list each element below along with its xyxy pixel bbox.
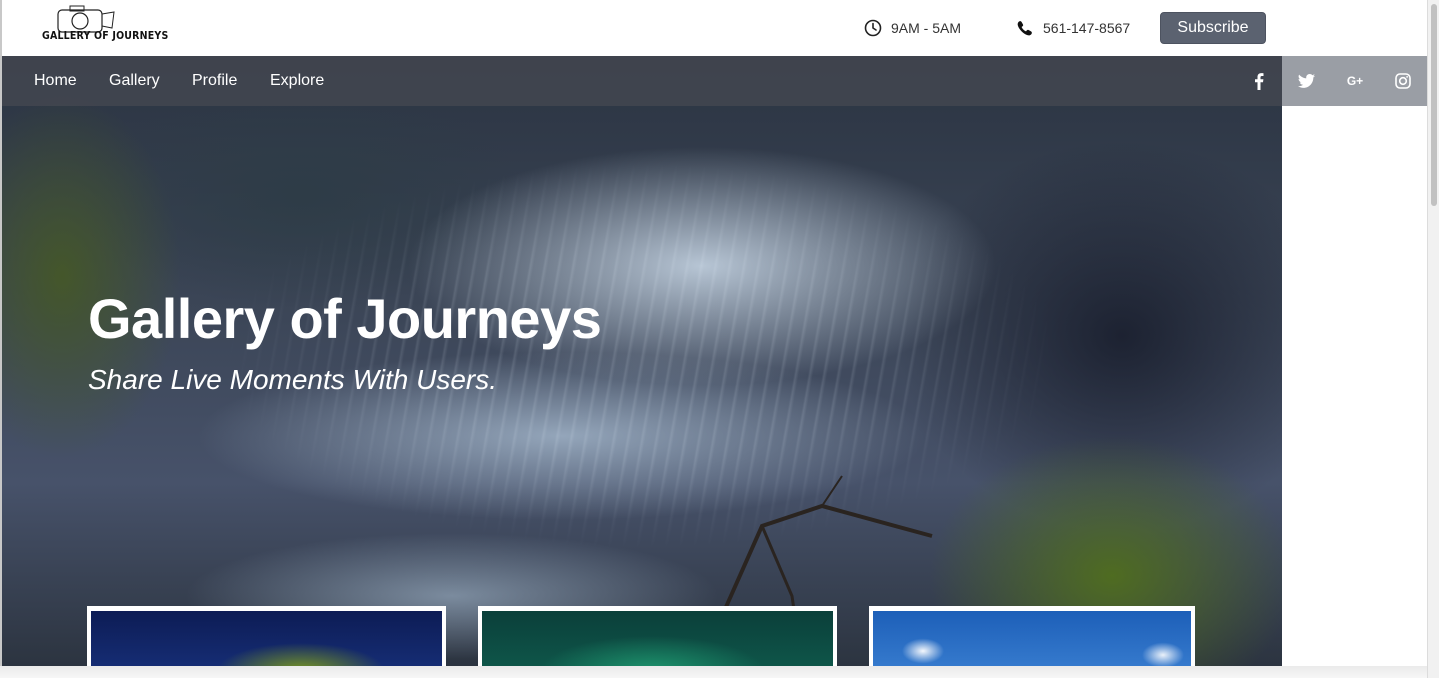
nav-item-home[interactable]: Home [34, 72, 77, 90]
phone-number[interactable]: 561-147-8567 [1016, 18, 1130, 38]
business-hours: 9AM - 5AM [864, 18, 961, 38]
instagram-link[interactable] [1379, 56, 1427, 106]
hero-banner [2, 56, 1282, 666]
scrollbar-thumb[interactable] [1431, 4, 1437, 206]
instagram-icon [1395, 73, 1411, 89]
logo-text: GALLERY OF JOURNEYS [42, 30, 169, 42]
subscribe-button[interactable]: Subscribe [1160, 12, 1266, 44]
nav-item-gallery[interactable]: Gallery [109, 72, 160, 90]
branch-silhouette [720, 475, 933, 666]
nav-item-explore[interactable]: Explore [270, 72, 324, 90]
twitter-link[interactable] [1282, 56, 1330, 106]
google-plus-icon: G+ [1346, 74, 1364, 88]
twitter-icon [1297, 74, 1315, 88]
hero-subtitle: Share Live Moments With Users. [88, 364, 497, 395]
main-nav: Home Gallery Profile Explore [2, 56, 1282, 106]
facebook-icon [1255, 72, 1264, 90]
phone-icon [1017, 21, 1032, 36]
clock-icon [864, 19, 882, 37]
nav-item-profile[interactable]: Profile [192, 72, 237, 90]
facebook-link[interactable] [1235, 56, 1283, 106]
brand-logo[interactable]: GALLERY OF JOURNEYS [40, 4, 168, 52]
phone-text: 561-147-8567 [1043, 20, 1131, 36]
window-frame-bottom [0, 666, 1427, 678]
top-bar: GALLERY OF JOURNEYS 9AM - 5AM 561-147-85… [2, 0, 1427, 56]
hero-title: Gallery of Journeys [88, 287, 602, 350]
google-plus-link[interactable]: G+ [1331, 56, 1379, 106]
hours-text: 9AM - 5AM [891, 20, 962, 36]
